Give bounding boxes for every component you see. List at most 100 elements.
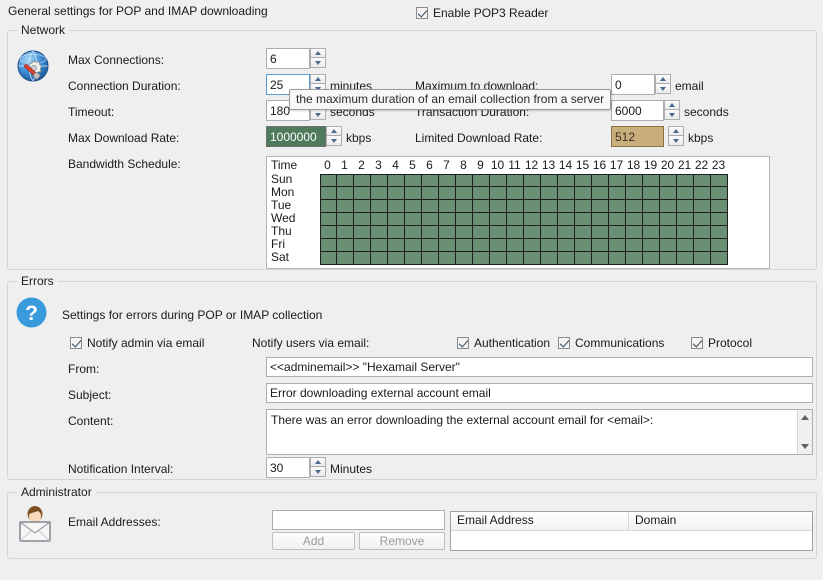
schedule-cell[interactable] [473, 213, 490, 226]
schedule-cell[interactable] [405, 200, 422, 213]
schedule-cell[interactable] [320, 200, 337, 213]
transaction-duration-spinner[interactable] [664, 100, 680, 120]
content-textarea[interactable]: There was an error downloading the exter… [266, 409, 813, 455]
schedule-cell[interactable] [473, 252, 490, 265]
schedule-row[interactable] [320, 213, 728, 226]
schedule-cell[interactable] [337, 252, 354, 265]
schedule-cell[interactable] [354, 174, 371, 187]
schedule-cell[interactable] [592, 239, 609, 252]
schedule-cell[interactable] [473, 187, 490, 200]
schedule-cell[interactable] [694, 174, 711, 187]
schedule-cell[interactable] [609, 239, 626, 252]
schedule-cell[interactable] [643, 226, 660, 239]
schedule-cell[interactable] [371, 239, 388, 252]
schedule-cell[interactable] [507, 226, 524, 239]
schedule-cell[interactable] [524, 226, 541, 239]
schedule-cell[interactable] [626, 200, 643, 213]
schedule-cell[interactable] [507, 187, 524, 200]
max-connections-input[interactable] [266, 48, 310, 69]
schedule-cell[interactable] [660, 252, 677, 265]
add-button[interactable]: Add [272, 532, 355, 550]
maximum-to-download-spinner[interactable] [655, 74, 671, 94]
notify-protocol-checkbox[interactable]: Protocol [691, 336, 752, 350]
schedule-cell[interactable] [388, 187, 405, 200]
schedule-cell[interactable] [405, 213, 422, 226]
schedule-cell[interactable] [371, 252, 388, 265]
schedule-cell[interactable] [626, 174, 643, 187]
schedule-cell[interactable] [660, 226, 677, 239]
schedule-cell[interactable] [456, 226, 473, 239]
schedule-cell[interactable] [677, 252, 694, 265]
scroll-down-icon[interactable] [801, 444, 809, 449]
schedule-cell[interactable] [320, 252, 337, 265]
schedule-cell[interactable] [677, 174, 694, 187]
schedule-cell[interactable] [490, 252, 507, 265]
schedule-cell[interactable] [320, 187, 337, 200]
schedule-cell[interactable] [626, 252, 643, 265]
schedule-cell[interactable] [422, 239, 439, 252]
schedule-cell[interactable] [609, 213, 626, 226]
schedule-cell[interactable] [660, 187, 677, 200]
schedule-cell[interactable] [473, 174, 490, 187]
schedule-cell[interactable] [490, 174, 507, 187]
spin-down-icon[interactable] [310, 110, 326, 120]
schedule-cell[interactable] [677, 187, 694, 200]
schedule-cell[interactable] [592, 252, 609, 265]
schedule-cell[interactable] [320, 239, 337, 252]
schedule-cell[interactable] [541, 213, 558, 226]
schedule-cell[interactable] [660, 213, 677, 226]
schedule-cell[interactable] [320, 226, 337, 239]
schedule-cell[interactable] [694, 187, 711, 200]
schedule-cell[interactable] [490, 200, 507, 213]
column-header-domain[interactable]: Domain [629, 512, 812, 530]
schedule-cell[interactable] [371, 213, 388, 226]
schedule-cell[interactable] [694, 200, 711, 213]
schedule-cell[interactable] [575, 200, 592, 213]
schedule-cell[interactable] [524, 252, 541, 265]
notification-interval-input[interactable] [266, 457, 310, 478]
schedule-cell[interactable] [558, 239, 575, 252]
schedule-cell[interactable] [558, 252, 575, 265]
notify-communications-checkbox[interactable]: Communications [558, 336, 664, 350]
schedule-cell[interactable] [524, 200, 541, 213]
schedule-cell[interactable] [694, 239, 711, 252]
spin-up-icon[interactable] [664, 100, 680, 110]
schedule-cell[interactable] [558, 213, 575, 226]
schedule-cell[interactable] [456, 252, 473, 265]
limited-download-rate-input[interactable] [611, 126, 664, 147]
column-header-email-address[interactable]: Email Address [451, 512, 629, 530]
schedule-cell[interactable] [371, 200, 388, 213]
schedule-cell[interactable] [643, 200, 660, 213]
schedule-cell[interactable] [575, 226, 592, 239]
schedule-cell[interactable] [439, 200, 456, 213]
schedule-cell[interactable] [660, 200, 677, 213]
schedule-cell[interactable] [524, 239, 541, 252]
schedule-cell[interactable] [388, 239, 405, 252]
schedule-cell[interactable] [354, 252, 371, 265]
schedule-cell[interactable] [694, 226, 711, 239]
limited-download-rate-spinner[interactable] [668, 126, 684, 146]
spin-up-icon[interactable] [668, 126, 684, 136]
schedule-cell[interactable] [320, 213, 337, 226]
schedule-cell[interactable] [422, 226, 439, 239]
notify-admin-checkbox[interactable]: Notify admin via email [70, 336, 204, 350]
schedule-cell[interactable] [337, 200, 354, 213]
notify-authentication-checkbox[interactable]: Authentication [457, 336, 550, 350]
schedule-cell[interactable] [609, 174, 626, 187]
schedule-row[interactable] [320, 239, 728, 252]
schedule-cell[interactable] [524, 187, 541, 200]
spin-down-icon[interactable] [310, 58, 326, 68]
schedule-cell[interactable] [405, 239, 422, 252]
schedule-cell[interactable] [439, 252, 456, 265]
schedule-cell[interactable] [541, 252, 558, 265]
schedule-cell[interactable] [388, 174, 405, 187]
schedule-cell[interactable] [507, 252, 524, 265]
schedule-cell[interactable] [405, 252, 422, 265]
schedule-cell[interactable] [677, 200, 694, 213]
schedule-cell[interactable] [473, 226, 490, 239]
schedule-cell[interactable] [507, 200, 524, 213]
spin-up-icon[interactable] [310, 457, 326, 467]
remove-button[interactable]: Remove [359, 532, 445, 550]
schedule-cell[interactable] [643, 187, 660, 200]
schedule-cell[interactable] [558, 226, 575, 239]
